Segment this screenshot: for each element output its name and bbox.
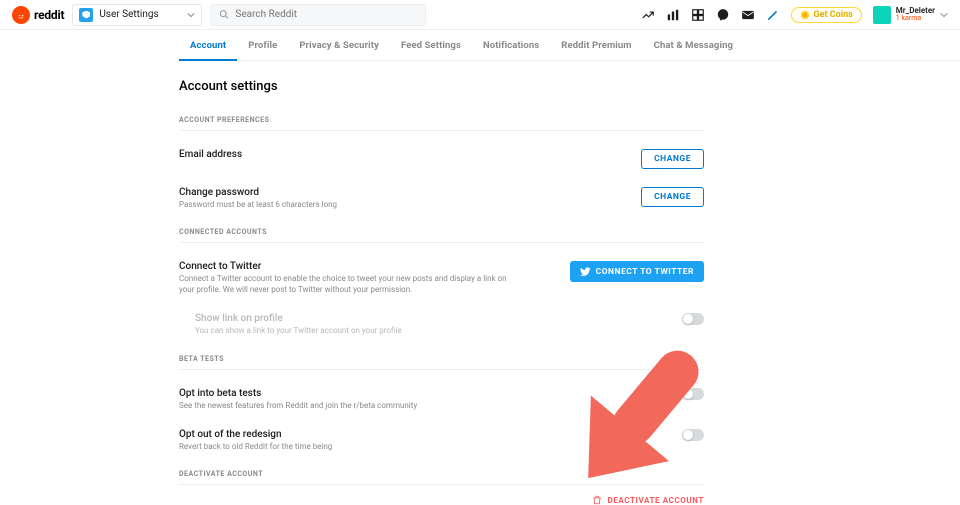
show-link-desc: You can show a link to your Twitter acco…	[195, 326, 402, 336]
twitter-icon	[580, 266, 591, 277]
section-heading-beta: Beta tests	[179, 355, 704, 370]
popular-icon[interactable]	[641, 8, 655, 22]
twitter-title: Connect to Twitter	[179, 261, 509, 272]
settings-tabs: AccountProfilePrivacy & SecurityFeed Set…	[179, 30, 960, 61]
email-row: Email address Change	[179, 149, 704, 169]
page-title: Account settings	[179, 79, 704, 94]
karma-label: 1 karma	[896, 15, 935, 22]
tab-reddit-premium[interactable]: Reddit Premium	[550, 30, 642, 60]
opt-in-beta-desc: See the newest features from Reddit and …	[179, 401, 417, 411]
opt-out-desc: Revert back to old Reddit for the time b…	[179, 442, 332, 452]
settings-icon	[79, 8, 93, 22]
nav-dropdown-label: User Settings	[99, 9, 158, 20]
tab-account[interactable]: Account	[179, 30, 237, 61]
opt-out-title: Opt out of the redesign	[179, 429, 332, 440]
tab-chat-messaging[interactable]: Chat & Messaging	[643, 30, 744, 60]
show-link-title: Show link on profile	[195, 313, 402, 324]
tab-privacy-security[interactable]: Privacy & Security	[288, 30, 390, 60]
tab-profile[interactable]: Profile	[237, 30, 288, 60]
section-heading-preferences: Account preferences	[179, 116, 704, 131]
get-coins-button[interactable]: Get Coins	[791, 7, 862, 23]
password-row: Change password Password must be at leas…	[179, 187, 704, 210]
trash-icon	[592, 495, 602, 505]
show-link-toggle	[682, 313, 704, 325]
twitter-row: Connect to Twitter Connect a Twitter acc…	[179, 261, 704, 295]
change-password-button[interactable]: Change	[641, 187, 704, 207]
deactivate-label: Deactivate account	[607, 496, 704, 505]
twitter-desc: Connect a Twitter account to enable the …	[179, 274, 509, 295]
all-icon[interactable]	[666, 8, 680, 22]
connect-twitter-label: Connect to Twitter	[596, 267, 694, 277]
reddit-logo-icon	[12, 6, 30, 24]
search-icon	[219, 9, 229, 20]
show-link-row: Show link on profile You can show a link…	[179, 313, 704, 336]
create-post-icon[interactable]	[766, 8, 780, 22]
opt-out-redesign-row: Opt out of the redesign Revert back to o…	[179, 429, 704, 452]
password-title: Change password	[179, 187, 337, 198]
password-desc: Password must be at least 6 characters l…	[179, 200, 337, 210]
header-bar: reddit User Settings Get Coins Mr_Delete…	[0, 0, 960, 30]
rpan-icon[interactable]	[691, 8, 705, 22]
messages-icon[interactable]	[741, 8, 755, 22]
user-menu[interactable]: Mr_Deleter 1 karma	[873, 6, 948, 24]
search-input[interactable]	[235, 9, 417, 20]
header-icon-row: Get Coins Mr_Deleter 1 karma	[641, 6, 949, 24]
coin-icon	[800, 10, 810, 20]
opt-in-beta-toggle[interactable]	[682, 388, 704, 400]
reddit-wordmark: reddit	[34, 8, 64, 22]
nav-dropdown[interactable]: User Settings	[72, 4, 202, 26]
chevron-down-icon	[940, 11, 948, 19]
chevron-down-icon	[187, 11, 195, 19]
search-bar[interactable]	[210, 4, 426, 26]
avatar	[873, 6, 891, 24]
tab-notifications[interactable]: Notifications	[472, 30, 550, 60]
coins-label: Get Coins	[814, 10, 853, 20]
chat-icon[interactable]	[716, 8, 730, 22]
opt-in-beta-title: Opt into beta tests	[179, 388, 417, 399]
reddit-logo[interactable]: reddit	[12, 6, 64, 24]
deactivate-account-button[interactable]: Deactivate account	[179, 484, 704, 505]
email-title: Email address	[179, 149, 242, 160]
tab-feed-settings[interactable]: Feed Settings	[390, 30, 472, 60]
connect-twitter-button[interactable]: Connect to Twitter	[570, 261, 704, 282]
opt-out-redesign-toggle[interactable]	[682, 429, 704, 441]
change-email-button[interactable]: Change	[641, 149, 704, 169]
opt-in-beta-row: Opt into beta tests See the newest featu…	[179, 388, 704, 411]
section-heading-connected: Connected accounts	[179, 228, 704, 243]
section-heading-deactivate: Deactivate account	[179, 470, 704, 484]
